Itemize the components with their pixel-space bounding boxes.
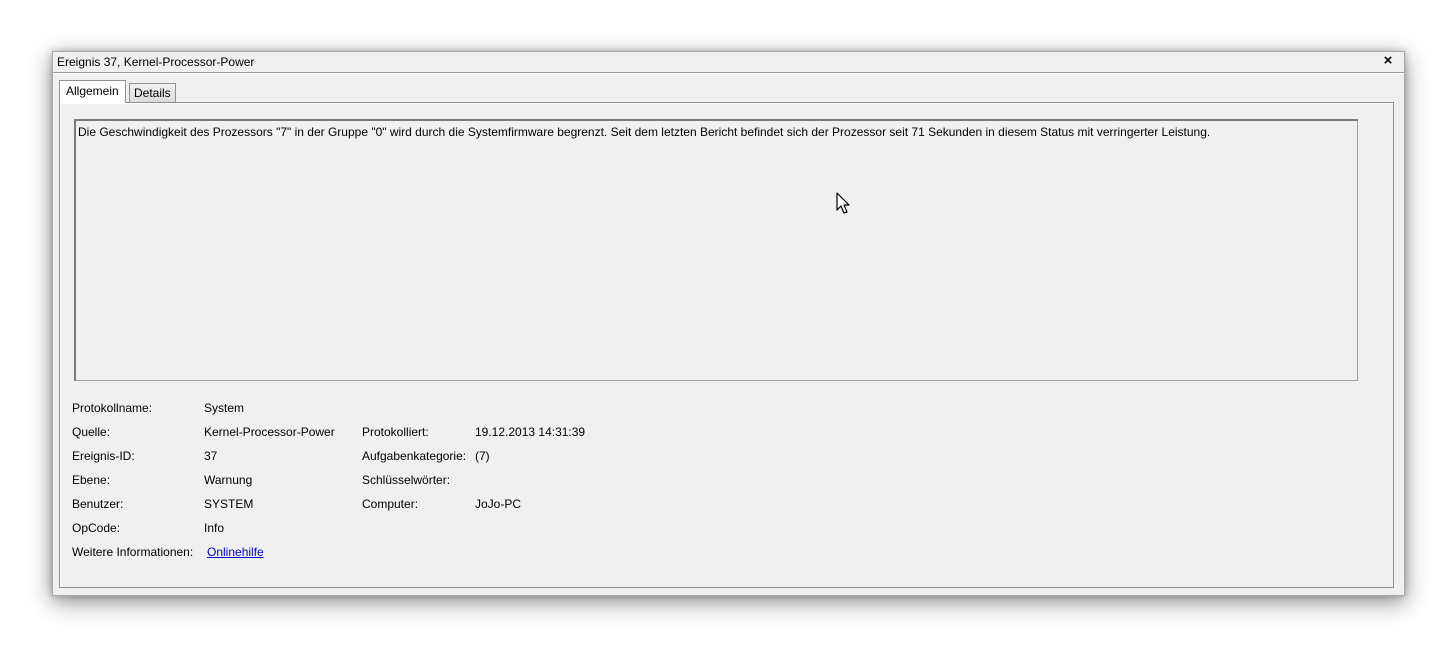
task-category-value: (7) — [475, 449, 490, 463]
computer-label: Computer: — [362, 497, 419, 511]
title-bar: Ereignis 37, Kernel-Processor-Power × — [53, 52, 1404, 73]
level-value: Warnung — [204, 473, 253, 487]
event-properties-window: Ereignis 37, Kernel-Processor-Power × Al… — [52, 51, 1405, 596]
general-tab-panel: Die Geschwindigkeit des Prozessors "7" i… — [59, 102, 1394, 588]
tab-allgemein[interactable]: Allgemein — [59, 80, 126, 103]
source-label: Quelle: — [72, 425, 111, 439]
opcode-label: OpCode: — [72, 521, 121, 535]
log-name-label: Protokollname: — [72, 401, 153, 415]
close-button[interactable]: × — [1380, 52, 1396, 70]
logged-value: 19.12.2013 14:31:39 — [475, 425, 586, 439]
window-title: Ereignis 37, Kernel-Processor-Power — [57, 55, 255, 69]
task-category-label: Aufgabenkategorie: — [362, 449, 467, 463]
source-value: Kernel-Processor-Power — [204, 425, 335, 439]
event-message-textbox[interactable]: Die Geschwindigkeit des Prozessors "7" i… — [74, 119, 1358, 381]
event-id-label: Ereignis-ID: — [72, 449, 135, 463]
opcode-value: Info — [204, 521, 225, 535]
online-help-link[interactable]: Onlinehilfe — [207, 545, 264, 559]
event-id-value: 37 — [204, 449, 218, 463]
keywords-label: Schlüsselwörter: — [362, 473, 451, 487]
close-icon: × — [1383, 52, 1393, 69]
more-info-label: Weitere Informationen: — [72, 545, 194, 559]
tab-details[interactable]: Details — [129, 83, 176, 102]
log-name-value: System — [204, 401, 245, 415]
level-label: Ebene: — [72, 473, 111, 487]
user-value: SYSTEM — [204, 497, 254, 511]
mouse-pointer-icon — [836, 192, 850, 214]
user-label: Benutzer: — [72, 497, 124, 511]
logged-label: Protokolliert: — [362, 425, 429, 439]
computer-value: JoJo-PC — [475, 497, 522, 511]
